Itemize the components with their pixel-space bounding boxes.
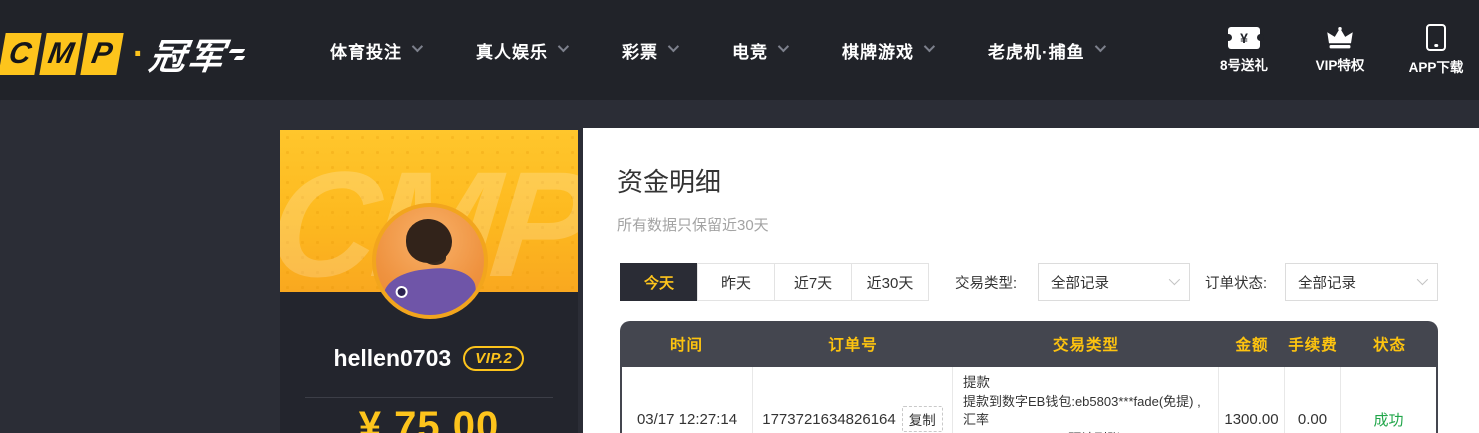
order-status-label: 订单状态: (1205, 275, 1268, 292)
col-header-type: 交易类型 (1052, 337, 1119, 354)
crown-icon (1326, 26, 1354, 49)
copy-button[interactable]: 复制 (901, 406, 943, 433)
gift-ticket-icon: ¥ (1224, 26, 1264, 49)
chevron-down-icon (1416, 273, 1429, 285)
tab-yesterday[interactable]: 昨天 (697, 263, 775, 301)
user-row: hellen0703 VIP.2 (280, 342, 578, 374)
user-profile-card: CMP hellen0703 VIP.2 ¥ 75.00 (280, 130, 578, 433)
quick-link-app-download[interactable]: APP下载 (1400, 24, 1472, 76)
avatar[interactable] (372, 203, 488, 319)
tab-today[interactable]: 今天 (620, 263, 698, 301)
col-header-fee: 手续费 (1288, 337, 1338, 354)
chevron-down-icon (411, 40, 424, 52)
transaction-detail: 提款到数字EB钱包:eb5803***fade(免提) ,汇率 (963, 393, 1201, 428)
filter-controls: 今天 昨天 近7天 近30天 交易类型: 全部记录 订单状态: 全部记录 (583, 263, 1479, 301)
quick-link-gift[interactable]: ¥ 8号送礼 (1208, 26, 1280, 74)
cell-fee: 0.00 (1285, 367, 1341, 433)
table-body: 03/17 12:27:14 1773721634826164 复制 提款 提款… (620, 367, 1438, 433)
sidebar-divider (305, 397, 553, 398)
top-nav: C M P · 冠军 体育投注 真人娱乐 彩票 电竞 棋牌游戏 老虎机·捕鱼 ¥… (0, 0, 1479, 100)
chevron-down-icon (1168, 273, 1181, 285)
quick-link-vip[interactable]: VIP特权 (1304, 26, 1376, 74)
col-header-order-no: 订单号 (828, 337, 878, 354)
username: hellen0703 (333, 344, 452, 371)
balance-amount: ¥ 75.00 (358, 404, 500, 433)
menu-item-sports[interactable]: 体育投注 (330, 38, 424, 63)
table-header: 时间 订单号 交易类型 金额 手续费 状态 (620, 321, 1438, 367)
menu-label: 真人娱乐 (476, 42, 548, 62)
chevron-down-icon (923, 40, 936, 52)
menu-item-live-casino[interactable]: 真人娱乐 (476, 38, 570, 63)
yuan-glyph: ¥ (1240, 29, 1248, 46)
quick-links: ¥ 8号送礼 VIP特权 APP下载 (1208, 0, 1472, 100)
col-header-time: 时间 (669, 337, 703, 354)
main-menu: 体育投注 真人娱乐 彩票 电竞 棋牌游戏 老虎机·捕鱼 (330, 0, 1106, 100)
page-title: 资金明细 (617, 167, 722, 197)
order-number: 1773721634826164 (762, 410, 896, 428)
chevron-down-icon (557, 40, 570, 52)
menu-label: 电竞 (732, 42, 768, 62)
logo-speed-lines-icon (228, 46, 246, 63)
quick-link-label: 8号送礼 (1219, 57, 1268, 73)
logo-letter-box: M (39, 33, 83, 75)
transaction-type-select[interactable]: 全部记录 (1038, 263, 1190, 301)
logo-brand-text: 冠军 (147, 36, 229, 77)
avatar-jersey (381, 264, 479, 315)
col-header-amount: 金额 (1235, 337, 1269, 354)
cell-type: 提款 提款到数字EB钱包:eb5803***fade(免提) ,汇率 =1EBD… (953, 367, 1219, 433)
menu-item-slots-fishing[interactable]: 老虎机·捕鱼 (988, 38, 1106, 63)
phone-icon (1426, 24, 1446, 51)
chevron-down-icon (1094, 40, 1106, 52)
table-row: 03/17 12:27:14 1773721634826164 复制 提款 提款… (622, 367, 1436, 433)
tab-last-7-days[interactable]: 近7天 (774, 263, 852, 301)
cell-order-no: 1773721634826164 复制 (753, 367, 953, 433)
transaction-type: 提款 (963, 375, 990, 390)
menu-label: 棋牌游戏 (842, 42, 914, 62)
select-value: 全部记录 (1298, 275, 1356, 292)
avatar-image (376, 207, 484, 315)
logo-dot: · (133, 34, 145, 73)
col-header-status: 状态 (1372, 337, 1406, 354)
logo-letter-box: C (0, 33, 42, 75)
page-subtitle: 所有数据只保留近30天 (617, 217, 769, 234)
order-status-select[interactable]: 全部记录 (1285, 263, 1438, 301)
menu-item-board-games[interactable]: 棋牌游戏 (842, 38, 936, 63)
chevron-down-icon (777, 40, 790, 52)
transaction-type-label: 交易类型: (955, 275, 1018, 292)
menu-label: 体育投注 (330, 42, 402, 62)
transactions-table: 时间 订单号 交易类型 金额 手续费 状态 03/17 12:27:14 177… (620, 321, 1438, 433)
fund-details-panel: 资金明细 所有数据只保留近30天 今天 昨天 近7天 近30天 交易类型: 全部… (583, 128, 1479, 433)
cell-amount: 1300.00 (1219, 367, 1285, 433)
logo-letter-box: P (80, 33, 124, 75)
tab-last-30-days[interactable]: 近30天 (851, 263, 929, 301)
site-logo[interactable]: C M P · 冠军 (0, 28, 246, 80)
vip-badge: VIP.2 (463, 345, 525, 371)
menu-label: 老虎机·捕鱼 (988, 42, 1085, 62)
chevron-down-icon (667, 40, 680, 52)
cell-time: 03/17 12:27:14 (622, 367, 753, 433)
date-range-tabs: 今天 昨天 近7天 近30天 (620, 263, 929, 301)
quick-link-label: APP下载 (1408, 60, 1464, 75)
menu-item-lottery[interactable]: 彩票 (622, 38, 680, 63)
menu-label: 彩票 (622, 42, 658, 62)
quick-link-label: VIP特权 (1315, 57, 1365, 73)
select-value: 全部记录 (1051, 275, 1109, 292)
avatar-hair (406, 219, 452, 263)
menu-item-esports[interactable]: 电竞 (732, 38, 790, 63)
cell-status: 成功 (1373, 411, 1404, 429)
